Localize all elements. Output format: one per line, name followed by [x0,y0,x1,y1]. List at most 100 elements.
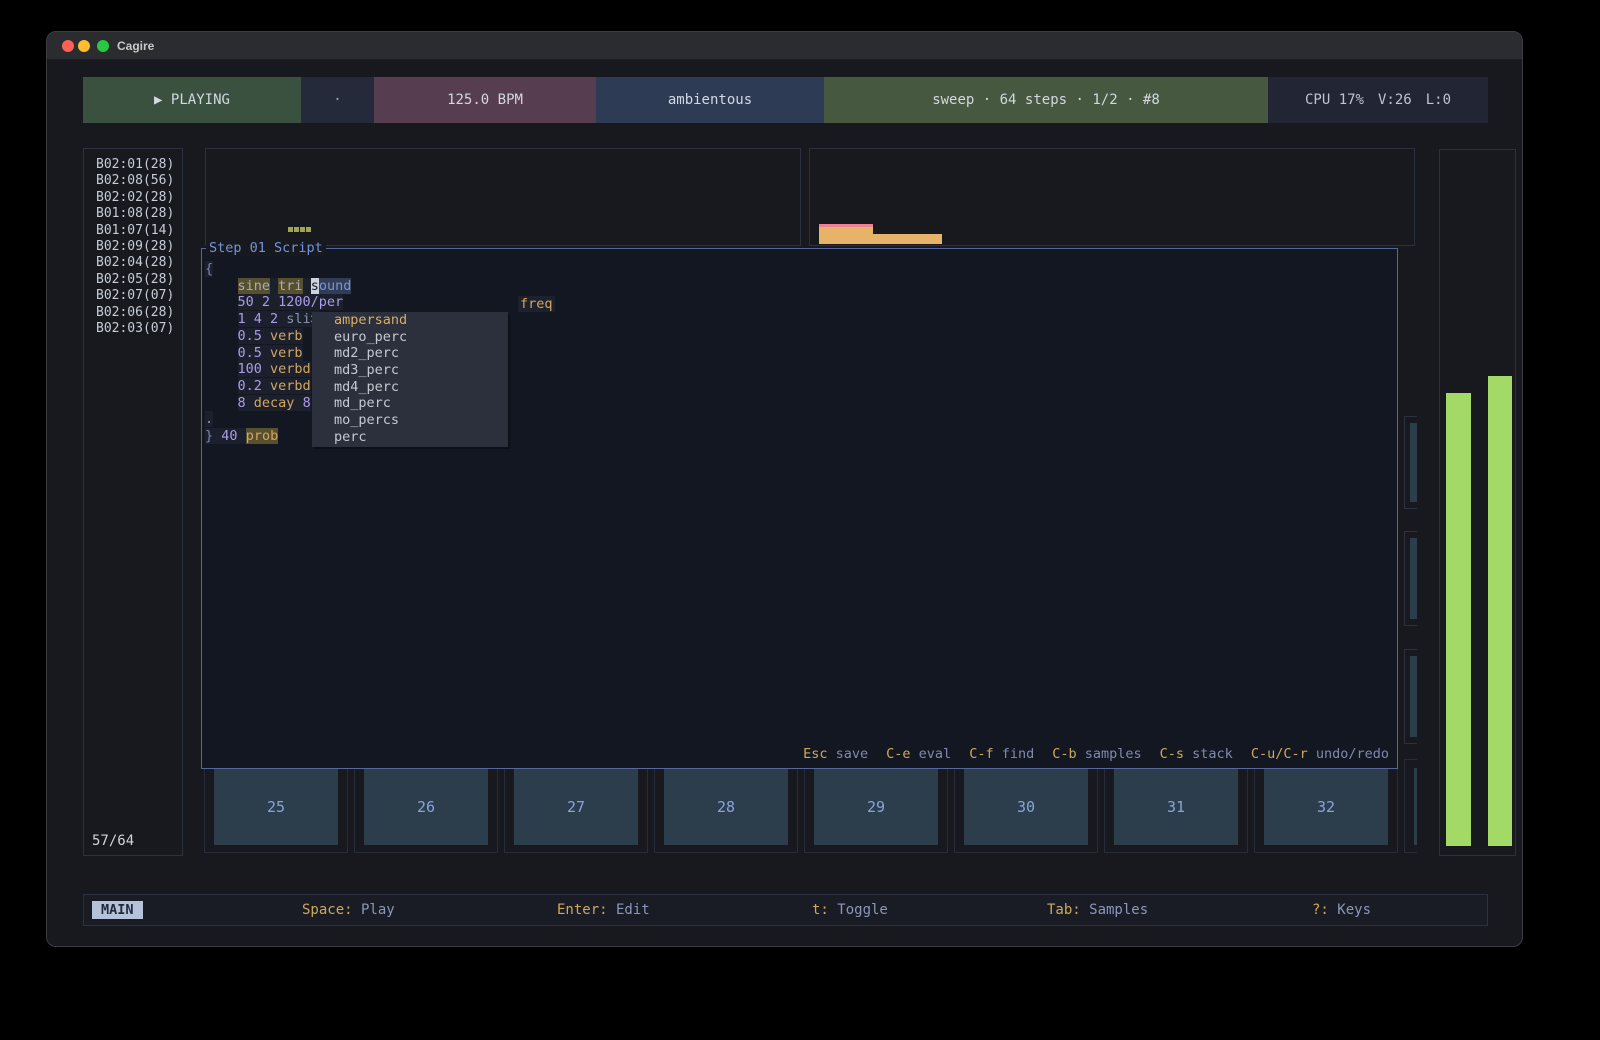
key-hint-label: Play [353,902,395,918]
shortcut-label: eval [911,746,952,762]
pattern-bar-2 [873,234,942,244]
param-hint: freq [518,296,555,312]
pattern-lane-panel-right [809,148,1415,246]
step-cell-box: 25 [204,759,348,853]
key-hint-label: Edit [608,902,650,918]
status-bar: ▶ PLAYING · 125.0 BPM ambientous sweep ·… [83,77,1488,123]
level-meter-left [1446,393,1471,846]
code-indent [205,395,238,411]
code-token [262,345,270,361]
grid-cell-partial [1404,531,1417,626]
sample-list-item[interactable]: B02:01(28) [96,157,174,173]
step-cell[interactable]: 30 [964,768,1088,845]
sample-list-item[interactable]: B02:08(56) [96,173,174,189]
shortcut-label: save [828,746,869,762]
key-hint: t: Toggle [812,902,888,918]
step-cell[interactable]: 25 [214,768,338,845]
code-indent [205,361,238,377]
key-hint-label: Keys [1329,902,1371,918]
step-cell-box: 32 [1254,759,1398,853]
dropdown-item[interactable]: ampersand [312,312,508,329]
code-line-text: 1 4 2 sli> [238,311,319,327]
text-cursor: s [311,278,319,294]
shortcut-hint: C-e eval [886,746,951,762]
code-token: tri [278,278,302,294]
code-token: 1 4 2 [238,311,279,327]
code-token: verbd [270,378,311,394]
shortcut-key: C-b [1052,746,1076,762]
shortcut-hint: C-f find [969,746,1034,762]
code-token: verbd [270,361,311,377]
app-window: Cagire ▶ PLAYING · 125.0 BPM ambientous … [46,31,1523,947]
sample-list-item[interactable]: B01:08(28) [96,206,174,222]
sample-list-item[interactable]: B02:04(28) [96,255,174,271]
step-cell[interactable]: 31 [1114,768,1238,845]
code-line-text: 50 2 1200/per [238,294,344,310]
code-token: verb [270,345,303,361]
shortcut-key: Esc [803,746,827,762]
bottom-bar: MAIN Space: PlayEnter: Editt: ToggleTab:… [83,894,1488,926]
step-cell[interactable]: 32 [1264,768,1388,845]
sample-list-item[interactable]: B02:09(28) [96,239,174,255]
code-token: ound [319,278,352,294]
code-line-text: 0.5 verb [238,345,303,361]
code-line[interactable]: { [205,261,351,278]
shortcut-hint: C-u/C-r undo/redo [1251,746,1389,762]
key-hint: Enter: Edit [557,902,650,918]
code-token: sine [238,278,271,294]
code-indent [205,345,238,361]
sample-list-item[interactable]: B02:03(07) [96,321,174,337]
dropdown-item[interactable]: euro_perc [312,329,508,346]
level-meter-panel [1439,149,1516,856]
dropdown-item[interactable]: md_perc [312,395,508,412]
dropdown-item[interactable]: mo_percs [312,412,508,429]
editor-shortcuts: Esc saveC-e evalC-f findC-b samplesC-s s… [803,746,1389,762]
code-token: sli [286,311,310,327]
code-token: . [205,411,213,427]
transport-label: PLAYING [171,92,230,108]
dropdown-item[interactable]: perc [312,429,508,446]
step-cell[interactable]: 27 [514,768,638,845]
code-indent [205,311,238,327]
dropdown-item[interactable]: md3_perc [312,362,508,379]
sample-list-item[interactable]: B02:06(28) [96,305,174,321]
code-line-text: 8 decay 8 [238,395,311,411]
window-title: Cagire [117,39,154,53]
code-token: 100 [238,361,262,377]
step-cell[interactable]: 29 [814,768,938,845]
step-cell-box: 27 [504,759,648,853]
sample-list: B02:01(28)B02:08(56)B02:02(28)B01:08(28)… [96,157,174,337]
zoom-button[interactable] [97,40,109,52]
dropdown-item[interactable]: md2_perc [312,345,508,362]
code-token: 40 [221,428,237,444]
latency-stat: L:0 [1426,92,1451,108]
sample-list-item[interactable]: B02:05(28) [96,272,174,288]
minimize-button[interactable] [78,40,90,52]
sample-list-item[interactable]: B01:07(14) [96,223,174,239]
code-line[interactable]: 50 2 1200/per [205,294,351,311]
shortcut-label: stack [1184,746,1233,762]
sample-list-panel: B02:01(28)B02:08(56)B02:02(28)B01:08(28)… [83,148,183,856]
code-line-text: 0.2 verbd [238,378,311,394]
bpm-display: 125.0 BPM [374,77,596,123]
code-line-text: sine tri sound [238,278,352,294]
editor-title: Step 01 Script [206,240,326,256]
step-cell[interactable]: 26 [364,768,488,845]
step-cell[interactable] [1414,768,1417,845]
code-token [262,328,270,344]
shortcut-label: undo/redo [1308,746,1389,762]
system-stats: CPU 17% V:26 L:0 [1268,77,1488,123]
sample-list-item[interactable]: B02:07(07) [96,288,174,304]
level-meter-right [1488,376,1512,846]
code-token: } [205,428,213,444]
close-button[interactable] [62,40,74,52]
step-cell-box: 26 [354,759,498,853]
code-line[interactable]: sine tri sound [205,278,351,295]
code-line-text: 0.5 verb [238,328,303,344]
step-script-editor[interactable]: Step 01 Script { sine tri sound 50 2 120… [201,248,1398,769]
step-cell-box: 30 [954,759,1098,853]
dropdown-item[interactable]: md4_perc [312,379,508,396]
step-cell[interactable]: 28 [664,768,788,845]
sample-list-item[interactable]: B02:02(28) [96,190,174,206]
cpu-stat: CPU 17% [1305,92,1364,108]
